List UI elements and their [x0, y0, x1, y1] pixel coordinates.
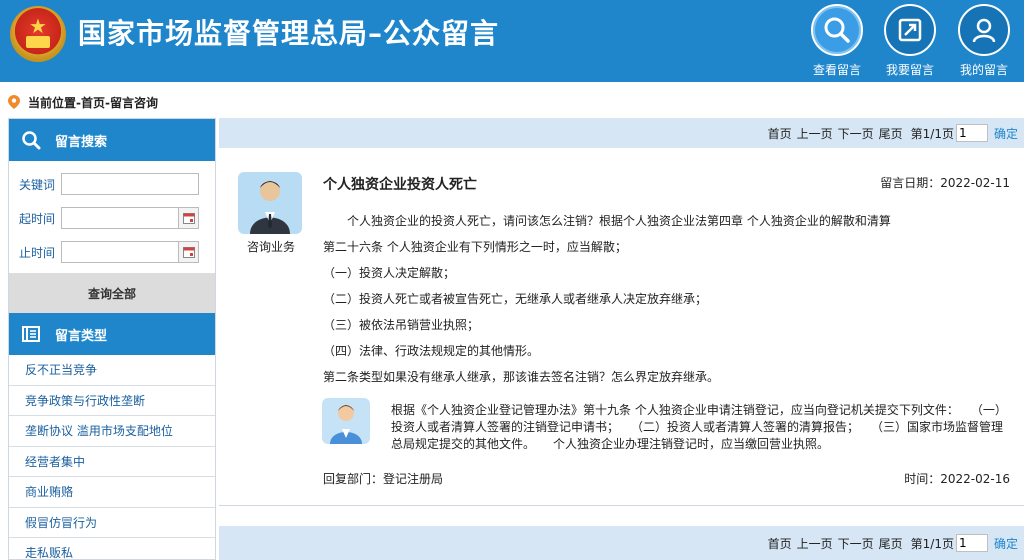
category-section-title: 留言类型 [55, 328, 108, 344]
pager-next-link[interactable]: 下一页 [838, 535, 874, 552]
message-line: （一）投资人决定解散； [323, 266, 456, 280]
nav-view-messages-button[interactable]: 查看留言 [808, 4, 866, 78]
message-body: 个人独资企业的投资人死亡，请问该怎么注销？根据个人独资企业法第四章 个人独资企业… [323, 208, 1013, 390]
start-date-label: 起时间 [19, 211, 56, 226]
reply-text: 根据《个人独资企业登记管理办法》第十九条 个人独资企业申请注销登记，应当向登记机… [391, 403, 1007, 451]
category-item[interactable]: 垄断协议 滥用市场支配地位 [9, 416, 215, 447]
nav-my-messages-button[interactable]: 我的留言 [955, 4, 1013, 78]
pager-confirm-button[interactable]: 确定 [994, 125, 1018, 142]
message-category: 咨询业务 [246, 240, 295, 254]
edit-icon [898, 18, 922, 42]
sidebar: 留言搜索 关键词 起时间 止时间 查询全部 留言类型 反不正当竞争 竞争政策与行… [8, 118, 216, 560]
calendar-icon[interactable] [179, 207, 199, 229]
category-item[interactable]: 走私贩私 [9, 538, 215, 559]
location-pin-icon [8, 95, 20, 109]
message-line: （三）被依法吊销营业执照； [323, 318, 480, 332]
category-item[interactable]: 经营者集中 [9, 447, 215, 477]
message-line: 第二条类型如果没有继承人继承，那该谁去签名注销？怎么界定放弃继承。 [323, 370, 720, 384]
consultant-avatar [238, 172, 302, 234]
category-section-header: 留言类型 [9, 313, 215, 355]
breadcrumb-text: 当前位置-首页-留言咨询 [28, 95, 158, 110]
keyword-label: 关键词 [19, 177, 56, 192]
category-item[interactable]: 假冒仿冒行为 [9, 508, 215, 538]
keyword-input[interactable] [61, 173, 199, 195]
nav-label: 查看留言 [812, 63, 861, 77]
pager-info: 第1/1页 [910, 126, 954, 141]
message-line: （二）投资人死亡或者被宣告死亡，无继承人或者继承人决定放弃继承； [323, 292, 708, 306]
message-title: 个人独资企业投资人死亡 [323, 177, 477, 193]
pager-first-link[interactable]: 首页 [768, 125, 792, 142]
message-line: 个人独资企业的投资人死亡，请问该怎么注销？根据个人独资企业法第四章 个人独资企业… [347, 214, 891, 228]
national-emblem-icon: ★ [10, 6, 66, 62]
pager-prev-link[interactable]: 上一页 [797, 535, 833, 552]
nav-leave-message-button[interactable]: 我要留言 [881, 4, 939, 78]
category-item[interactable]: 反不正当竞争 [9, 355, 215, 386]
pager-info: 第1/1页 [910, 536, 954, 551]
pager-first-link[interactable]: 首页 [768, 535, 792, 552]
category-item[interactable]: 商业贿赂 [9, 477, 215, 508]
pager-confirm-button[interactable]: 确定 [994, 535, 1018, 552]
end-date-label: 止时间 [19, 245, 56, 260]
nav-label: 我的留言 [959, 63, 1008, 77]
nav-label: 我要留言 [885, 63, 934, 77]
category-list: 反不正当竞争 竞争政策与行政性垄断 垄断协议 滥用市场支配地位 经营者集中 商业… [9, 355, 215, 559]
breadcrumb: 当前位置-首页-留言咨询 [8, 92, 158, 112]
query-all-button[interactable]: 查询全部 [9, 273, 215, 313]
search-section-title: 留言搜索 [55, 134, 108, 150]
message-line: （四）法律、行政法规规定的其他情形。 [323, 344, 540, 358]
search-section-header: 留言搜索 [9, 119, 215, 161]
message-date: 留言日期：2022-02-11 [880, 176, 1010, 190]
user-icon [972, 18, 996, 43]
pager-bottom: 首页 上一页 下一页 尾页 第1/1页 确定 [219, 526, 1024, 560]
calendar-icon[interactable] [179, 241, 199, 263]
end-date-row: 止时间 [9, 235, 215, 269]
pager-prev-link[interactable]: 上一页 [797, 125, 833, 142]
site-header: ★ 国家市场监督管理总局–公众留言 查看留言 我要留言 我的留言 [0, 0, 1024, 82]
keyword-row: 关键词 [9, 167, 215, 201]
pager-last-link[interactable]: 尾页 [879, 535, 903, 552]
category-item[interactable]: 竞争政策与行政性垄断 [9, 386, 215, 416]
search-icon [22, 131, 41, 150]
page-number-input[interactable] [955, 124, 988, 142]
pager-next-link[interactable]: 下一页 [838, 125, 874, 142]
pager-top: 首页 上一页 下一页 尾页 第1/1页 确定 [219, 118, 1024, 148]
message-card: 咨询业务 个人独资企业投资人死亡 留言日期：2022-02-11 个人独资企业的… [219, 156, 1024, 506]
reply-avatar [322, 398, 370, 444]
start-date-row: 起时间 [9, 201, 215, 235]
start-date-input[interactable] [61, 207, 179, 229]
reply-department: 回复部门：登记注册局 [323, 472, 444, 486]
pager-last-link[interactable]: 尾页 [879, 125, 903, 142]
reply-time: 时间：2022-02-16 [904, 472, 1010, 486]
site-title: 国家市场监督管理总局–公众留言 [78, 17, 500, 50]
end-date-input[interactable] [61, 241, 179, 263]
list-icon [22, 326, 40, 342]
page-number-input[interactable] [955, 534, 988, 552]
search-icon [824, 17, 850, 43]
message-line: 第二十六条 个人独资企业有下列情形之一时，应当解散； [323, 240, 627, 254]
